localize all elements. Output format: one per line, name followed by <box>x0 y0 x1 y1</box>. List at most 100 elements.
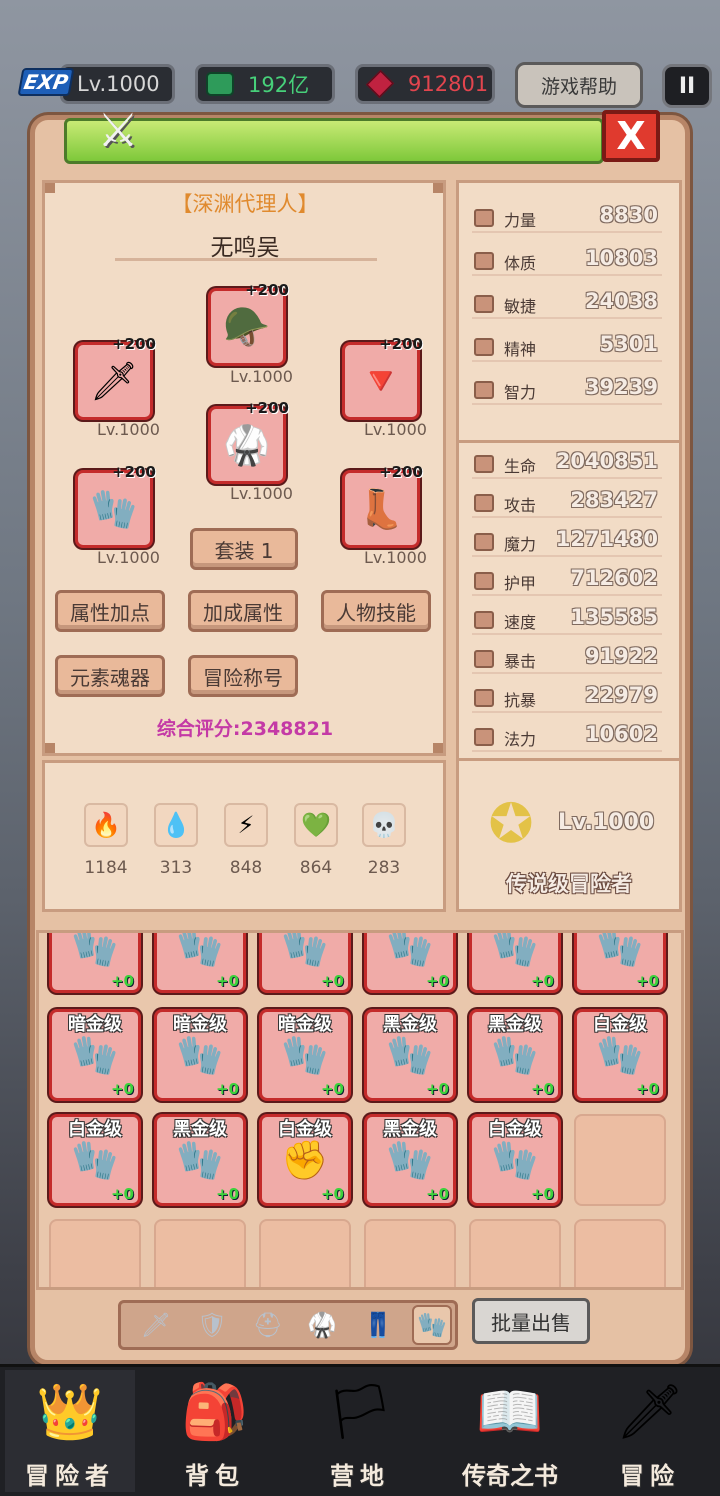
equip-slot-armor[interactable]: 🥋 +200 <box>208 399 289 484</box>
close-icon: X <box>616 114 646 158</box>
nav-backpack[interactable]: 🎒 背包 <box>150 1370 280 1492</box>
star-icon <box>474 728 494 746</box>
nav-legend-book[interactable]: 📖 传奇之书 <box>445 1370 575 1492</box>
gauntlet-icon: 🧤 <box>281 1032 329 1077</box>
gauntlet-icon: 🧤 <box>176 930 224 969</box>
ruby-amount: 912801 <box>408 72 489 96</box>
stat-hp: 生命 2040851 <box>472 449 662 479</box>
set-button[interactable]: 套装 1 <box>190 528 298 570</box>
inventory-item[interactable]: 黑金级 🧤 +0 <box>154 1114 246 1206</box>
stat-value: 22979 <box>584 683 658 707</box>
shield-icon[interactable]: 🛡 <box>192 1305 232 1345</box>
close-button[interactable]: X <box>602 110 660 162</box>
item-tier: 白金级 <box>593 1014 647 1035</box>
gauntlet-icon: 🧤 <box>386 930 434 969</box>
inventory-empty-slot[interactable] <box>574 1219 666 1287</box>
inventory-item[interactable]: 白金级 ✊ +0 <box>259 1114 351 1206</box>
inventory-item[interactable]: 白金级 🧤 +0 <box>49 1114 141 1206</box>
helmet-icon[interactable]: ⛑ <box>248 1305 288 1345</box>
item-enhance: +0 <box>425 972 449 990</box>
enhance-level: +200 <box>112 335 156 353</box>
equip-slot-boots[interactable]: 👢 +200 <box>342 463 423 548</box>
inventory-item[interactable]: 🧤 +0 <box>574 933 666 993</box>
enhance-level: +200 <box>379 335 423 353</box>
nav-camp[interactable]: 🏳 营地 <box>295 1370 425 1492</box>
star-icon <box>474 338 494 356</box>
armor-icon[interactable]: 🥋 <box>302 1305 342 1345</box>
attribute-points-button[interactable]: 属性加点 <box>55 590 165 632</box>
gauntlet-icon: 🧤 <box>491 1032 539 1077</box>
water-value: 313 <box>159 858 193 878</box>
inventory-item[interactable]: 暗金级 🧤 +0 <box>49 1009 141 1101</box>
stat-label: 智力 <box>504 383 537 402</box>
inventory-item[interactable]: 白金级 🧤 +0 <box>469 1114 561 1206</box>
gem-currency: 192亿 <box>195 64 335 104</box>
inventory-item[interactable]: 暗金级 🧤 +0 <box>259 1009 351 1101</box>
stat-label: 生命 <box>504 457 537 476</box>
stat-agility: 敏捷 24038 <box>472 289 662 319</box>
gauntlet-icon: 🧤 <box>281 930 329 969</box>
pause-button[interactable]: II <box>662 64 712 108</box>
item-tier: 黑金级 <box>383 1119 437 1140</box>
inventory-item[interactable]: 暗金级 🧤 +0 <box>154 1009 246 1101</box>
character-skills-button[interactable]: 人物技能 <box>321 590 431 632</box>
sword-icon[interactable]: 🗡 <box>136 1305 176 1345</box>
inventory-item[interactable]: 🧤 +0 <box>259 930 351 993</box>
inventory-item[interactable]: 白金级 🧤 +0 <box>574 1009 666 1101</box>
armor-icon: 🥋 <box>223 422 271 467</box>
equip-slot-helmet[interactable]: 🪖 +200 <box>208 281 289 366</box>
inventory-empty-slot[interactable] <box>259 1219 351 1287</box>
adventure-title-button[interactable]: 冒险称号 <box>188 655 298 697</box>
inventory-item[interactable]: 🧤 +0 <box>154 930 246 993</box>
item-enhance: +0 <box>425 1185 449 1203</box>
fire-icon[interactable]: 🔥 <box>84 803 128 847</box>
brain-icon <box>474 381 494 399</box>
item-tier: 白金级 <box>278 1119 332 1140</box>
inventory-empty-slot[interactable] <box>154 1219 246 1287</box>
inventory-item[interactable]: 黑金级 🧤 +0 <box>364 1009 456 1101</box>
lightning-icon[interactable]: ⚡ <box>224 803 268 847</box>
stat-label: 敏捷 <box>504 297 537 316</box>
water-icon[interactable]: 💧 <box>154 803 198 847</box>
equip-slot-weapon[interactable]: 🗡 +200 <box>75 335 156 420</box>
equip-slot-amulet[interactable]: 🔻 +200 <box>342 335 423 420</box>
legend-title: 传说级冒险者 <box>506 872 632 896</box>
bulk-sell-button[interactable]: 批量出售 <box>472 1298 590 1344</box>
bonus-attributes-button[interactable]: 加成属性 <box>188 590 298 632</box>
enhance-level: +200 <box>245 399 289 417</box>
fire-value: 1184 <box>84 858 128 878</box>
inventory-item[interactable]: 黑金级 🧤 +0 <box>469 1009 561 1101</box>
inventory-empty-slot[interactable] <box>574 1114 666 1206</box>
crit-icon <box>474 650 494 668</box>
equip-slot-gloves[interactable]: 🧤 +200 <box>75 463 156 548</box>
slot-level: Lv.1000 <box>97 420 160 439</box>
inventory-item[interactable]: 🧤 +0 <box>469 933 561 993</box>
earth-icon[interactable]: 💚 <box>294 803 338 847</box>
boots-icon[interactable]: 👖 <box>358 1305 398 1345</box>
inventory-item[interactable]: 🧤 +0 <box>49 933 141 993</box>
dark-value: 283 <box>367 858 401 878</box>
game-help-button[interactable]: 游戏帮助 <box>515 62 643 108</box>
stat-crit-resist: 抗暴 22979 <box>472 683 662 713</box>
skull-icon[interactable]: 💀 <box>362 803 406 847</box>
nav-label: 冒险者 <box>25 1462 115 1490</box>
sword-icon: 🗡 <box>615 1380 685 1443</box>
inventory-empty-slot[interactable] <box>364 1219 456 1287</box>
inventory-empty-slot[interactable] <box>49 1219 141 1287</box>
slot-level: Lv.1000 <box>364 548 427 567</box>
nav-adventure[interactable]: 🗡 冒险 <box>585 1370 715 1492</box>
inventory-grid[interactable]: 🧤 +0 🧤 +0 🧤 +0 🧤 +0 🧤 +0 🧤 +0 暗金级 🧤 +0 暗金级 🧤 +0 暗金… <box>36 930 684 1290</box>
stat-label: 抗暴 <box>504 691 537 710</box>
element-soul-button[interactable]: 元素魂器 <box>55 655 165 697</box>
stat-value: 5301 <box>599 332 658 356</box>
inventory-item[interactable]: 黑金级 🧤 +0 <box>364 1114 456 1206</box>
inventory-item[interactable]: 🧤 +0 <box>364 930 456 993</box>
sword-icon <box>474 494 494 512</box>
stat-strength: 力量 8830 <box>472 203 662 233</box>
item-enhance: +0 <box>215 1080 239 1098</box>
nav-adventurer[interactable]: 👑 冒险者 <box>5 1370 135 1492</box>
inventory-empty-slot[interactable] <box>469 1219 561 1287</box>
overall-score: 综合评分:2348821 <box>156 718 334 740</box>
gauntlet-icon[interactable]: 🧤 <box>412 1305 452 1345</box>
player-level: Lv.1000 <box>77 72 160 96</box>
